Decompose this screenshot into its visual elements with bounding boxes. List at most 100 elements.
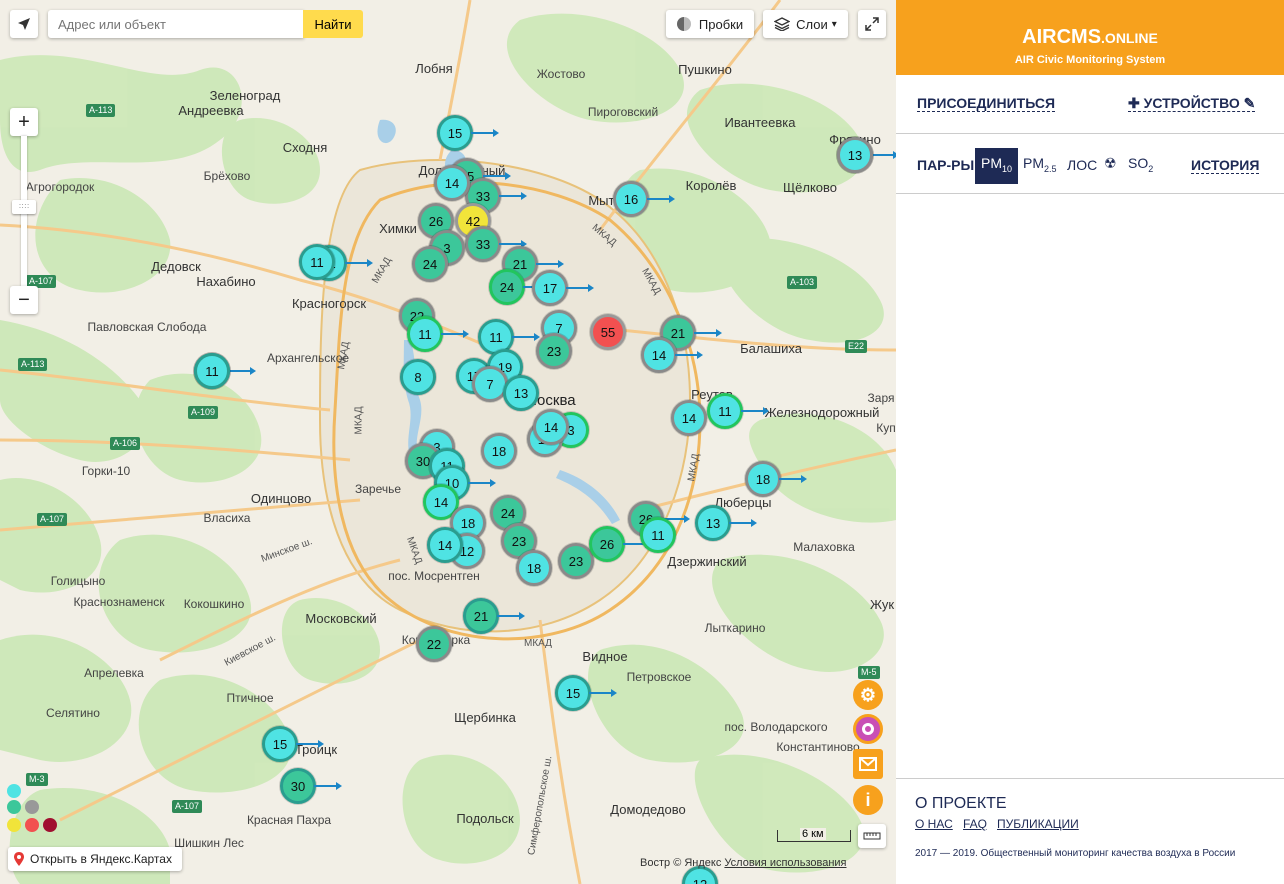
sensor-marker[interactable]: 24 [489,269,525,305]
place-label: Лобня [415,61,453,76]
highway-shield: А-113 [86,104,116,117]
legend-color-dot [25,818,39,832]
sensor-value: 12 [692,876,708,884]
sensor-marker[interactable]: 16 [613,181,649,217]
join-link[interactable]: ПРИСОЕДИНИТЬСЯ [917,95,1056,112]
terms-link[interactable]: Условия использования [724,857,846,869]
divider [896,133,1284,134]
sensor-marker[interactable]: 18 [516,550,552,586]
highway-shield: А-107 [37,513,68,526]
zoom-out-button[interactable]: − [10,286,38,314]
sensor-marker[interactable]: 13 [503,375,539,411]
fullscreen-button[interactable] [858,10,886,38]
scale-label: 6 км [800,828,826,840]
brand-title: AIRCMS.ONLINE [896,26,1284,49]
ruler-button[interactable] [858,824,886,848]
sensor-marker[interactable]: 23 [536,333,572,369]
sensor-marker[interactable]: 55 [590,314,626,350]
sensor-marker[interactable]: 15 [555,675,591,711]
donut-icon [862,723,874,735]
sensor-marker[interactable]: 14 [427,527,463,563]
sensor-marker[interactable]: 18 [745,461,781,497]
zoom-slider-handle[interactable]: :::: [12,200,36,214]
place-label: Красногорск [291,296,367,311]
divider [896,778,1284,779]
tab-so2[interactable]: SO2 [1128,155,1153,177]
device-label: УСТРОЙСТВО [1143,95,1240,111]
brand-main: AIRCMS [1022,26,1102,48]
open-yandex-maps-button[interactable]: Открыть в Яндекс.Картах [8,847,182,871]
sensor-marker[interactable]: 14 [641,337,677,373]
search-button[interactable]: Найти [303,10,363,38]
donut-button[interactable] [853,714,883,744]
sensor-marker[interactable]: 13 [837,137,873,173]
faq-link[interactable]: FAQ [963,817,987,831]
sensor-marker[interactable]: 24 [412,246,448,282]
tab-los[interactable]: ЛОС [1067,157,1097,173]
sensor-marker[interactable]: 17 [532,270,568,306]
info-icon: i [865,789,871,810]
sensor-marker[interactable]: 8 [400,359,436,395]
traffic-button[interactable]: Пробки [666,10,754,38]
plus-icon: ✚ [1128,95,1140,111]
sensor-marker[interactable]: 14 [434,165,470,201]
sensor-marker[interactable]: 21 [463,598,499,634]
place-label: Пироговский [587,105,659,119]
tab-radiation[interactable]: ☢ [1104,155,1117,171]
mail-button[interactable] [853,749,883,779]
layers-button[interactable]: Слои ▾ [763,10,848,38]
place-label: Видное [582,649,628,664]
sensor-marker[interactable]: 26 [589,526,625,562]
sensor-marker[interactable]: 33 [465,226,501,262]
sensor-marker[interactable]: 11 [299,244,335,280]
sensor-value: 7 [486,376,494,392]
place-label: Сходня [282,140,328,155]
settings-button[interactable]: ⚙ [853,680,883,710]
map-area[interactable]: Зеленоград Лобня Пушкино Андреевка Сходн… [0,0,896,884]
place-label: Щербинка [454,710,516,725]
tab-pm10[interactable]: PM10 [975,148,1019,184]
sensor-marker[interactable]: 13 [695,505,731,541]
sensor-marker[interactable]: 11 [707,393,743,429]
zoom-in-button[interactable]: + [10,108,38,136]
sensor-marker[interactable]: 30 [280,768,316,804]
info-button[interactable]: i [853,785,883,815]
sensor-value: 11 [205,363,219,379]
highway-shield: А-107 [172,800,203,813]
sensor-value: 11 [651,527,665,543]
sensor-marker[interactable]: 14 [671,400,707,436]
sensor-value: 14 [433,494,449,510]
search-input[interactable] [48,10,304,38]
wind-arrow [314,782,342,790]
sensor-marker[interactable]: 15 [437,115,473,151]
publications-link[interactable]: ПУБЛИКАЦИИ [997,817,1079,831]
sensor-marker[interactable]: 18 [481,433,517,469]
sensor-marker[interactable]: 11 [194,353,230,389]
place-label: Зеленоград [209,88,281,103]
place-label: Красная Пахра [246,813,332,827]
wind-arrow [345,259,373,267]
wind-arrow [675,351,703,359]
layers-label: Слои [796,16,828,32]
sensor-value: 18 [460,515,476,531]
sensor-marker[interactable]: 22 [416,626,452,662]
history-link[interactable]: ИСТОРИЯ [1191,157,1260,174]
sensor-value: 55 [600,324,616,340]
place-label: Агрогородок [25,180,95,194]
legend-color-dot [7,818,21,832]
sensor-value: 11 [489,329,503,345]
sensor-marker[interactable]: 11 [640,517,676,553]
tab-pm25[interactable]: PM2.5 [1023,155,1057,177]
geolocate-button[interactable] [10,10,38,38]
place-label: Люберцы [714,495,772,510]
add-device-link[interactable]: ✚ УСТРОЙСТВО ✎ [1128,95,1256,112]
sensor-value: 15 [272,736,288,752]
wind-arrow [647,195,675,203]
sensor-marker[interactable]: 11 [407,316,443,352]
sensor-value: 14 [651,347,667,363]
sensor-marker[interactable]: 14 [533,409,569,445]
sensor-marker[interactable]: 15 [262,726,298,762]
place-label: Горки-10 [81,464,131,478]
sensor-value: 15 [447,125,463,141]
about-us-link[interactable]: О НАС [915,817,953,831]
